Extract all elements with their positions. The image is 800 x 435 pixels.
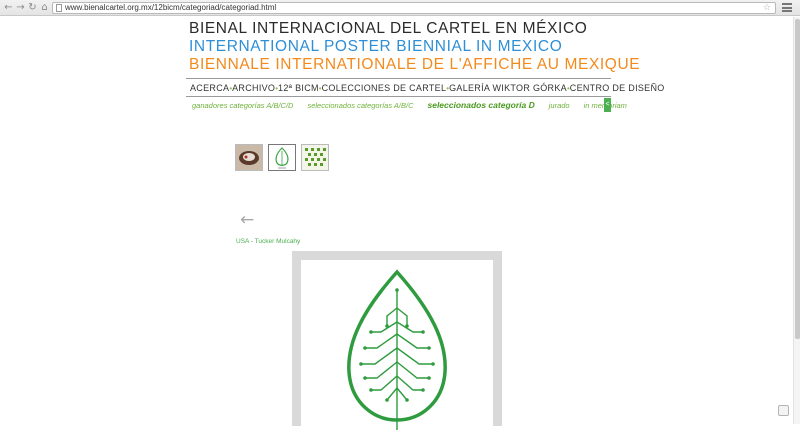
forward-arrow-icon[interactable]: →	[15, 2, 26, 13]
reload-icon[interactable]: ↻	[27, 2, 38, 13]
nav-item-12-bicm[interactable]: 12ª BICM	[278, 83, 319, 93]
page-icon	[56, 4, 62, 12]
menu-icon[interactable]	[782, 3, 792, 12]
thumbnail-3-image	[302, 145, 328, 170]
nav-item-colecciones[interactable]: COLECCIONES DE CARTEL	[322, 83, 447, 93]
leaf-circuit-image	[347, 269, 447, 430]
thumbnail-2[interactable]	[268, 144, 296, 171]
poster-caption: USA - Tucker Mulcahy	[236, 238, 301, 245]
scrollbar-thumb[interactable]	[795, 19, 800, 339]
nav-item-centro-diseno[interactable]: CENTRO DE DISEÑO	[570, 83, 665, 93]
site-header: BIENAL INTERNACIONAL DEL CARTEL EN MÉXIC…	[189, 20, 641, 74]
subnav-seleccionados-d[interactable]: seleccionados categoría D	[427, 100, 534, 110]
sub-navigation: ganadores categorías A/B/C/D seleccionad…	[192, 99, 641, 111]
subnav-jurado[interactable]: jurado	[549, 101, 570, 110]
url-text: www.bienalcartel.org.mx/12bicm/categoria…	[65, 3, 277, 12]
nav-item-archivo[interactable]: ARCHIVO	[232, 83, 275, 93]
nav-item-acerca[interactable]: ACERCA	[190, 83, 229, 93]
address-bar[interactable]: www.bienalcartel.org.mx/12bicm/categoria…	[52, 2, 776, 14]
bookmark-star-icon[interactable]: ☆	[763, 3, 771, 13]
nav-top-divider	[186, 78, 611, 79]
thumbnail-1[interactable]	[235, 144, 263, 171]
poster-frame	[292, 251, 502, 430]
subnav-seleccionados-abc[interactable]: seleccionados categorías A/B/C	[307, 101, 413, 110]
previous-arrow-icon[interactable]: ←	[240, 210, 254, 230]
nav-bottom-divider	[186, 96, 611, 97]
title-spanish: BIENAL INTERNACIONAL DEL CARTEL EN MÉXIC…	[189, 20, 588, 37]
back-arrow-icon[interactable]: ←	[3, 2, 14, 13]
main-navigation: ACERCA • ARCHIVO • 12ª BICM • COLECCIONE…	[186, 80, 664, 96]
page-scrollbar[interactable]	[793, 17, 800, 424]
subnav-ganadores[interactable]: ganadores categorías A/B/C/D	[192, 101, 293, 110]
poster-image	[301, 260, 493, 430]
subnav-toggle-button[interactable]: <	[604, 98, 611, 112]
title-english: INTERNATIONAL POSTER BIENNIAL IN MEXICO	[189, 38, 563, 55]
home-icon[interactable]: ⌂	[39, 2, 50, 13]
thumbnail-2-image	[269, 145, 295, 170]
corner-window-icon[interactable]	[778, 405, 789, 416]
thumbnail-3[interactable]	[301, 144, 329, 171]
browser-toolbar: ← → ↻ ⌂ www.bienalcartel.org.mx/12bicm/c…	[0, 0, 800, 16]
title-french: BIENNALE INTERNATIONALE DE L'AFFICHE AU …	[189, 56, 641, 73]
nav-item-galeria[interactable]: GALERÍA WIKTOR GÓRKA	[449, 83, 567, 93]
thumbnail-1-image	[236, 145, 262, 170]
